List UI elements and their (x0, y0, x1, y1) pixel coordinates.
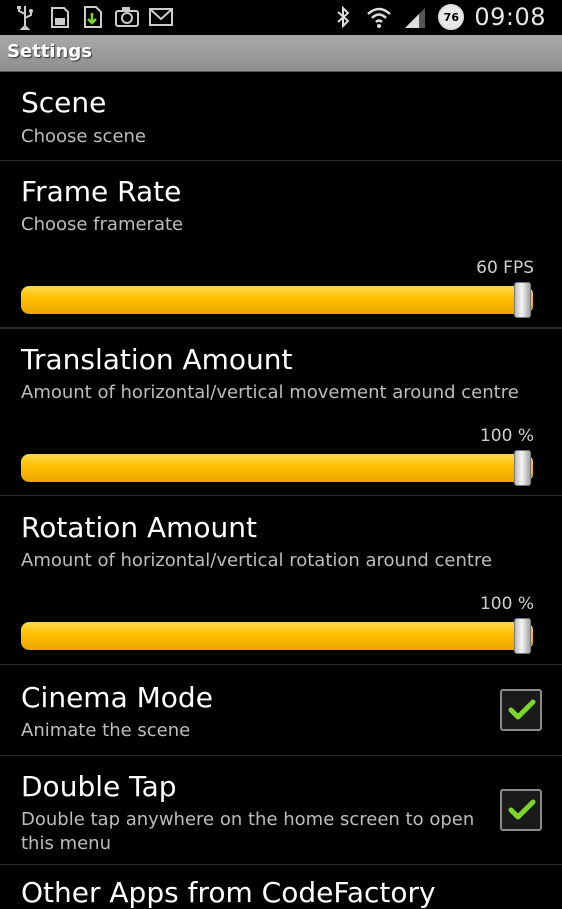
rotation-summary: Amount of horizontal/vertical rotation a… (21, 550, 493, 571)
check-icon (508, 799, 536, 820)
status-bar: 76 09:08 (0, 0, 562, 35)
system-icons: 76 09:08 (330, 3, 546, 31)
title-bar: Settings (0, 35, 562, 72)
sd-card-icon (51, 7, 69, 28)
cinema-title: Cinema Mode (21, 681, 213, 714)
translation-title: Translation Amount (21, 343, 293, 376)
camera-icon (115, 7, 139, 27)
double-tap-title: Double Tap (21, 770, 177, 803)
clock: 09:08 (474, 3, 546, 31)
pref-title: Scene (21, 86, 107, 119)
pref-title: Frame Rate (21, 175, 182, 208)
cinema-mode-checkbox[interactable] (500, 689, 542, 731)
other-apps-title[interactable]: Other Apps from CodeFactory (21, 876, 436, 909)
translation-value: 100 % (479, 426, 534, 446)
pref-frame-rate[interactable]: Frame Rate Choose framerate (0, 161, 562, 329)
pref-summary: Choose scene (21, 126, 147, 147)
page-title: Settings (7, 41, 92, 62)
wifi-icon (367, 7, 392, 28)
signal-icon (405, 8, 426, 28)
slider-fill (21, 454, 533, 482)
usb-icon (17, 6, 33, 30)
battery-icon: 76 (438, 4, 465, 30)
translation-summary: Amount of horizontal/vertical movement a… (21, 382, 519, 403)
pref-summary: Choose framerate (21, 214, 184, 235)
bluetooth-icon (337, 5, 350, 29)
mail-icon (149, 8, 173, 26)
rotation-title: Rotation Amount (21, 511, 258, 544)
double-tap-summary-line2: this menu (21, 833, 111, 854)
translation-thumb[interactable] (514, 450, 531, 486)
notification-icons (12, 4, 174, 30)
double-tap-summary-line1: Double tap anywhere on the home screen t… (21, 809, 475, 830)
battery-level: 76 (443, 10, 459, 24)
rotation-thumb[interactable] (514, 618, 531, 654)
cinema-summary: Animate the scene (21, 720, 191, 741)
rotation-slider[interactable] (21, 622, 533, 650)
rotation-value: 100 % (479, 594, 534, 614)
check-icon (508, 699, 536, 720)
download-icon (84, 6, 102, 28)
translation-slider[interactable] (21, 454, 533, 482)
slider-fill (21, 622, 533, 650)
double-tap-checkbox[interactable] (500, 789, 542, 831)
settings-list: Scene Choose scene Frame Rate Choose fra… (0, 72, 562, 329)
pref-scene[interactable]: Scene Choose scene (0, 72, 562, 161)
